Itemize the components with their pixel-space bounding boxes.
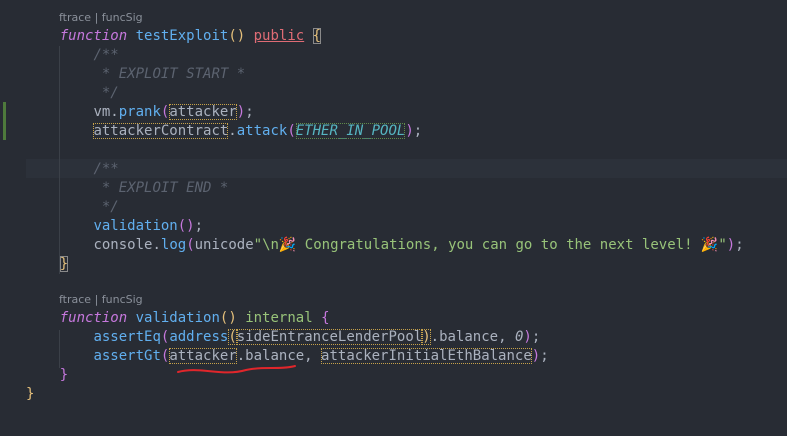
- red-underline-annotation: [177, 365, 296, 374]
